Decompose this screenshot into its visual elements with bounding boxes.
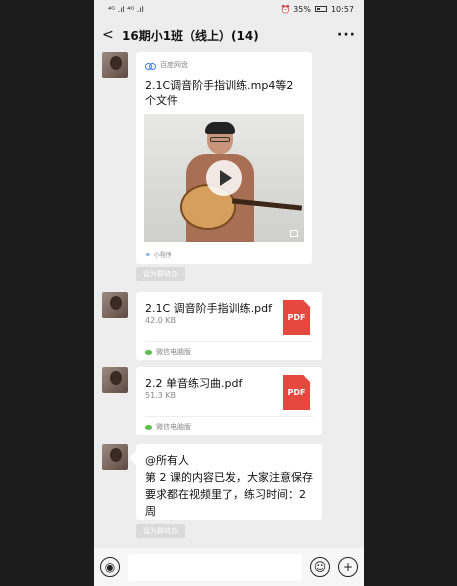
text-message-card[interactable]: @所有人 第 2 课的内容已发，大家注意保存 要求都在视频里了，练习时间：2 周 — [128, 444, 322, 520]
link-icon: ⚭ — [145, 250, 151, 259]
wechat-phone-screen: ⁴ᴳ .ıl ⁴ᴳ .ıl ⏰ 35% 10:57 < 16期小1班（线上）(14… — [94, 0, 364, 586]
chat-title: 16期小1班（线上）(14) — [122, 28, 259, 43]
file-name: 2.1C 调音阶手指训练.pdf — [145, 302, 273, 315]
message-row-file-1 — [102, 292, 128, 318]
pdf-icon: PDF — [283, 375, 310, 410]
back-button[interactable]: < — [102, 27, 122, 43]
wechat-pc-icon — [145, 349, 152, 355]
message-row-mini-program — [102, 52, 128, 78]
pdf-icon: PDF — [283, 300, 310, 335]
voice-input-icon[interactable]: ◉ — [100, 557, 120, 577]
battery-percent: ⏰ 35% — [280, 4, 311, 14]
bubble-tail — [128, 450, 144, 466]
mini-program-title: 2.1C调音阶手指训练.mp4等2个文件 — [145, 79, 294, 107]
more-options-button[interactable]: ··· — [337, 27, 356, 43]
message-input[interactable] — [128, 553, 302, 581]
emoji-icon[interactable]: ☺ — [310, 557, 330, 577]
source-label: 微信电脑版 — [156, 423, 191, 431]
wechat-pc-icon — [145, 424, 152, 430]
battery-icon — [314, 6, 327, 12]
set-group-todo-button[interactable]: 设为群待办 — [136, 267, 185, 281]
time: 10:57 — [330, 4, 354, 14]
file-size: 42.0 KB — [145, 316, 177, 325]
message-text: @所有人 第 2 课的内容已发，大家注意保存 要求都在视频里了，练习时间：2 周 — [145, 454, 313, 518]
set-group-todo-button[interactable]: 设为群待办 — [136, 524, 185, 538]
file-card-1[interactable]: 2.1C 调音阶手指训练.pdf 42.0 KB PDF 微信电脑版 — [136, 292, 322, 360]
source-label: 微信电脑版 — [156, 348, 191, 356]
add-more-icon[interactable]: + — [338, 557, 358, 577]
status-bar: ⁴ᴳ .ıl ⁴ᴳ .ıl ⏰ 35% 10:57 — [94, 0, 364, 18]
file-name: 2.2 单音练习曲.pdf — [145, 377, 243, 390]
play-icon[interactable] — [206, 160, 242, 196]
signal-indicators: ⁴ᴳ .ıl ⁴ᴳ .ıl — [108, 4, 144, 14]
avatar[interactable] — [102, 444, 128, 470]
avatar[interactable] — [102, 292, 128, 318]
message-row-text — [102, 444, 128, 470]
chat-input-bar: ◉ ☺ + — [94, 548, 364, 586]
baidu-cloud-icon — [145, 62, 156, 70]
expand-icon[interactable] — [290, 230, 298, 237]
divider — [145, 416, 313, 417]
avatar[interactable] — [102, 367, 128, 393]
avatar[interactable] — [102, 52, 128, 78]
file-card-2[interactable]: 2.2 单音练习曲.pdf 51.3 KB PDF 微信电脑版 — [136, 367, 322, 435]
divider — [145, 341, 313, 342]
chat-header: < 16期小1班（线上）(14) ··· — [94, 18, 364, 52]
video-thumbnail[interactable] — [144, 114, 304, 242]
mini-program-source: 百度网盘 — [160, 61, 188, 69]
mini-program-card[interactable]: 百度网盘 2.1C调音阶手指训练.mp4等2个文件 ⚭ 小程序 — [136, 52, 312, 264]
file-size: 51.3 KB — [145, 391, 177, 400]
mini-program-label: 小程序 — [153, 252, 172, 259]
message-row-file-2 — [102, 367, 128, 393]
